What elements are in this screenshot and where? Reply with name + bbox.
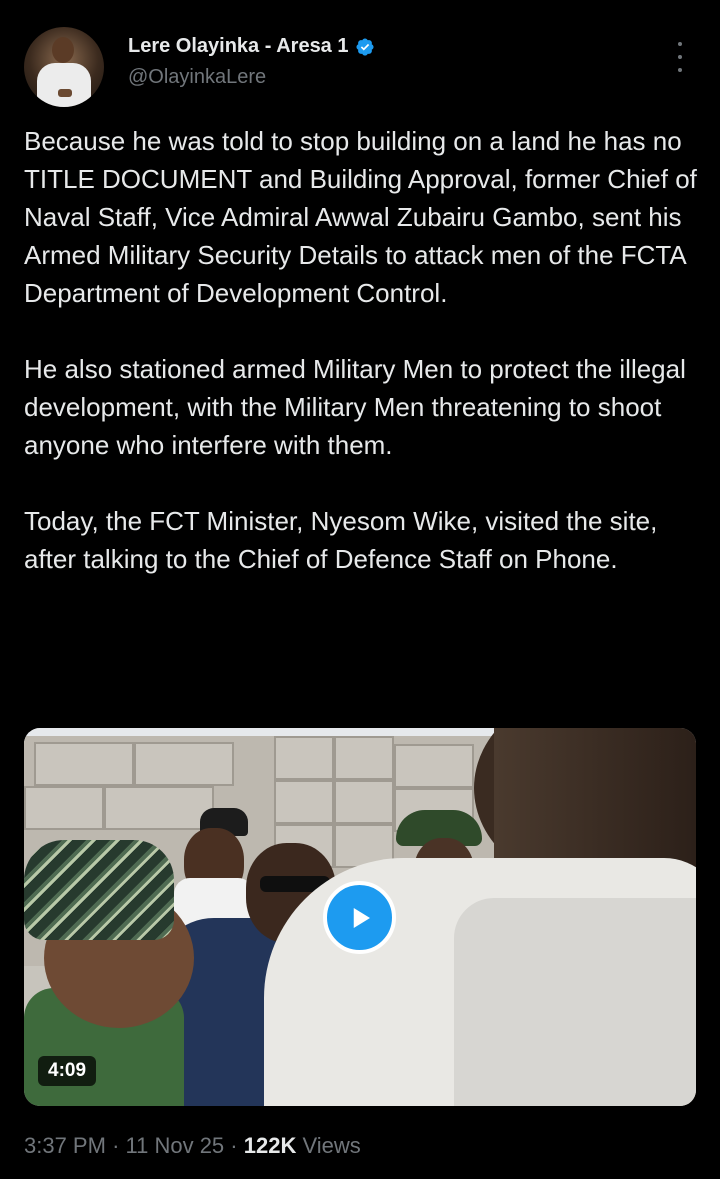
tweet-paragraph-3: Today, the FCT Minister, Nyesom Wike, vi… [24, 506, 658, 574]
wall-block [274, 780, 334, 824]
play-icon [353, 907, 370, 928]
wall-block [134, 742, 234, 786]
tweet-paragraph-1: Because he was told to stop building on … [24, 126, 697, 308]
tweet-time[interactable]: 3:37 PM [24, 1133, 106, 1158]
tweet-date[interactable]: 11 Nov 25 [126, 1133, 225, 1158]
avatar-shirt [37, 63, 91, 107]
video-player[interactable]: 4:09 [24, 728, 696, 1106]
video-person-robe-fold [454, 898, 696, 1106]
author-name-row[interactable]: Lere Olayinka - Aresa 1 [128, 35, 375, 58]
video-person-left-cap [24, 840, 174, 940]
video-duration: 4:09 [38, 1056, 97, 1086]
play-button[interactable] [323, 881, 396, 954]
wall-block [334, 736, 394, 780]
wall-block [34, 742, 134, 786]
more-dot [678, 68, 682, 72]
wall-block [24, 786, 104, 830]
more-dot [678, 55, 682, 59]
avatar-face [52, 37, 74, 63]
views-count[interactable]: 122K [244, 1133, 297, 1158]
views-label: Views [302, 1133, 361, 1158]
tweet-meta: 3:37 PM · 11 Nov 25 · 122K Views [24, 1133, 361, 1159]
avatar-hand [58, 89, 72, 97]
meta-separator: · [112, 1133, 120, 1158]
wall-block [334, 780, 394, 824]
tweet-paragraph-2: He also stationed armed Military Men to … [24, 354, 686, 460]
author-display-name[interactable]: Lere Olayinka - Aresa 1 [128, 35, 349, 58]
author-avatar[interactable] [24, 27, 104, 107]
more-dot [678, 42, 682, 46]
author-handle[interactable]: @OlayinkaLere [128, 66, 266, 89]
wall-block [394, 744, 474, 788]
wall-block [274, 736, 334, 780]
more-vertical-icon[interactable] [672, 42, 688, 72]
wall-block [104, 786, 214, 830]
meta-separator: · [230, 1133, 238, 1158]
tweet-text: Because he was told to stop building on … [24, 122, 699, 616]
verified-badge-icon [355, 37, 374, 56]
